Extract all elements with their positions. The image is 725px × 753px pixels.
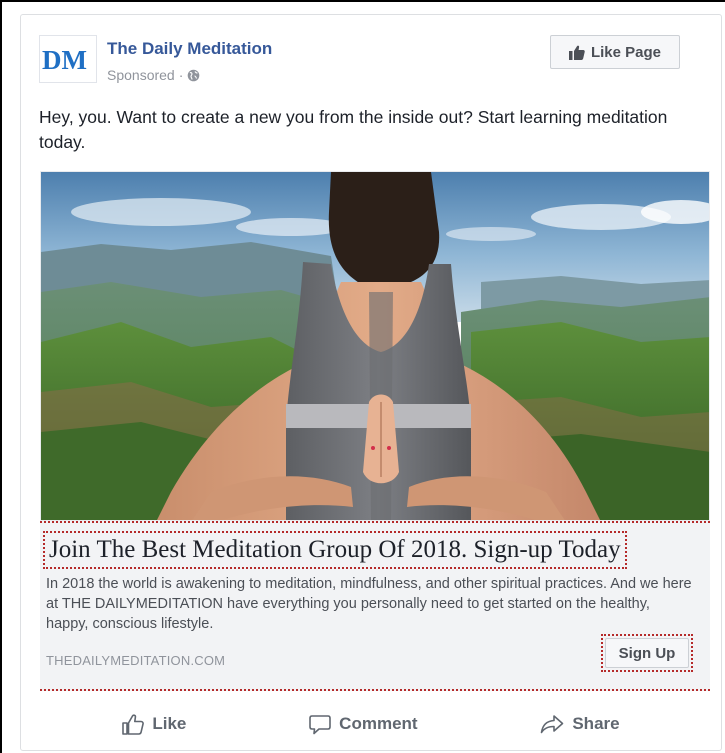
sponsored-post-card: DM The Daily Meditation Sponsored · Like… xyxy=(20,14,722,751)
sign-up-button[interactable]: Sign Up xyxy=(601,634,693,672)
share-button[interactable]: Share xyxy=(540,714,620,734)
sponsored-row: Sponsored · xyxy=(107,67,200,83)
post-actions-bar: Like Comment Share xyxy=(21,701,721,747)
page-logo[interactable]: DM xyxy=(39,35,97,83)
meditation-photo xyxy=(41,172,709,520)
link-preview[interactable]: Join The Best Meditation Group Of 2018. … xyxy=(40,521,710,691)
like-label: Like xyxy=(152,714,187,733)
share-label: Share xyxy=(572,714,620,733)
globe-icon[interactable] xyxy=(187,69,200,82)
like-icon xyxy=(122,713,145,735)
separator-dot: · xyxy=(178,67,184,83)
comment-icon xyxy=(309,714,331,734)
post-text: Hey, you. Want to create a new you from … xyxy=(39,107,668,152)
comment-label: Comment xyxy=(339,714,418,733)
sponsored-label[interactable]: Sponsored xyxy=(107,67,175,83)
like-button[interactable]: Like xyxy=(122,713,187,735)
link-description: In 2018 the world is awakening to medita… xyxy=(46,576,692,632)
like-page-label: Like Page xyxy=(590,43,662,61)
svg-text:DM: DM xyxy=(42,45,87,74)
share-icon xyxy=(541,715,564,734)
comment-button[interactable]: Comment xyxy=(309,714,418,735)
thumbs-up-icon xyxy=(568,45,585,60)
page-name-link[interactable]: The Daily Meditation xyxy=(107,39,272,59)
ad-image[interactable] xyxy=(40,171,710,521)
sign-up-label: Sign Up xyxy=(605,638,689,668)
link-domain: THEDAILYMEDITATION.COM xyxy=(46,653,226,668)
like-page-button[interactable]: Like Page xyxy=(550,35,680,69)
link-headline[interactable]: Join The Best Meditation Group Of 2018. … xyxy=(43,531,627,569)
dm-logo-icon: DM xyxy=(42,45,87,74)
window-frame-left xyxy=(0,0,2,753)
window-frame-top xyxy=(0,0,725,2)
